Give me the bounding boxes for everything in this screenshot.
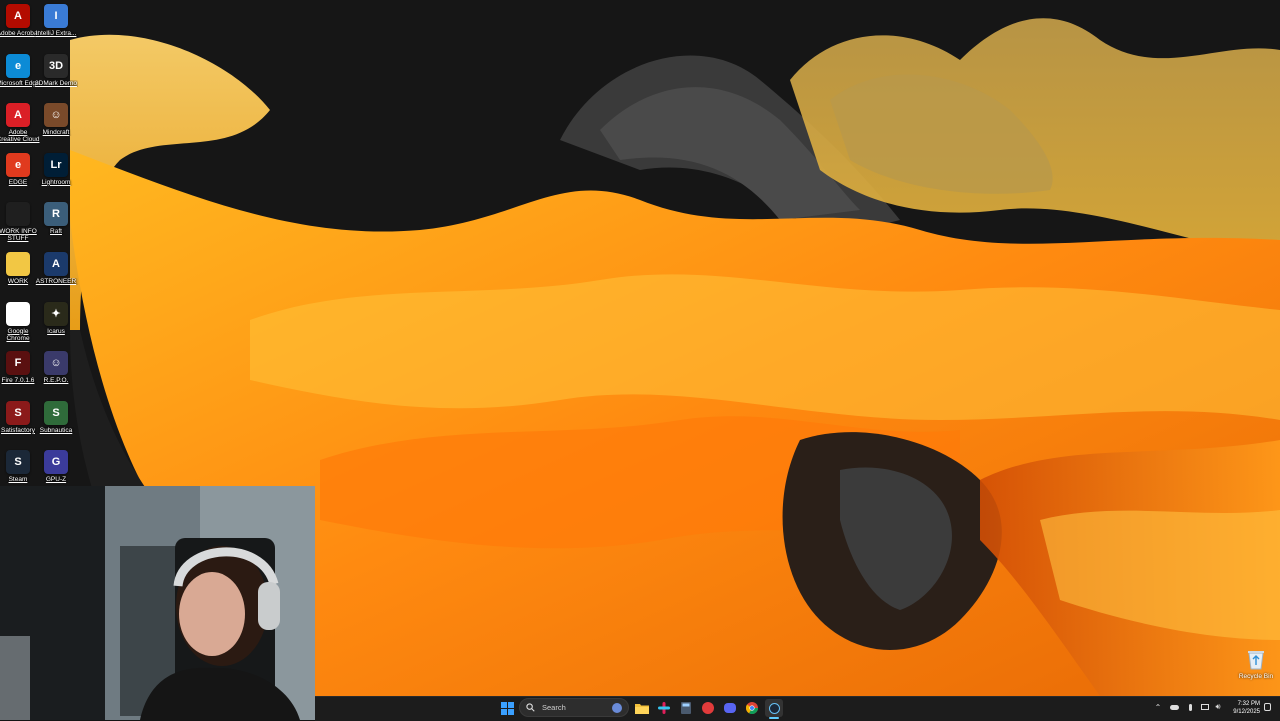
notification-button[interactable] [1262,702,1272,712]
taskbar-calculator[interactable] [677,699,695,717]
cloud-icon [1169,704,1179,710]
taskbar [315,696,1280,721]
chrome-icon [746,702,758,714]
tray-overflow-button[interactable]: ⌃ [1153,702,1163,712]
raft-icon: R [44,202,68,227]
folder-icon [6,202,30,227]
desktop-icon-label: IntelliJ Extra... [35,30,77,37]
system-clock[interactable]: 7:32 PM 9/12/2025 [1224,700,1260,716]
webcam-overlay [0,486,315,720]
desktop-icon-repo[interactable]: ☺ R.E.P.O. [36,351,76,399]
copilot-icon [612,702,622,713]
edge-app-icon: e [6,152,30,177]
search-icon [526,703,535,712]
desktop-icon-label: Subnautica [39,426,73,434]
taskbar-steam[interactable] [765,699,783,717]
speaker-icon: 🔊︎ [1215,702,1221,711]
fire-icon: F [6,351,30,376]
desktop-icon-adobe[interactable]: A Adobe Creative Cloud [0,103,40,151]
desktop-icon-satisfactory[interactable]: S Satisfactory [0,400,38,449]
discord-icon [724,703,736,713]
acrobat-icon: A [6,4,30,28]
desktop-icon-raft[interactable]: R Raft [36,202,76,250]
search-placeholder: Search [542,703,566,712]
desktop-icon-label: Lightroom [41,178,71,186]
taskbar-chrome[interactable] [743,699,761,717]
taskbar-search-box[interactable]: Search [519,698,629,717]
desktop-icon-acrobat[interactable]: A Adobe Acrobat [0,4,39,52]
tray-mic[interactable] [1185,702,1195,712]
taskbar-app-red[interactable] [699,699,717,717]
icarus-icon: ✦ [44,301,68,326]
taskbar-slack[interactable] [655,699,673,717]
taskbar-file-explorer[interactable] [633,699,651,717]
taskbar-discord[interactable] [721,699,739,717]
recycle-bin[interactable]: Recycle Bin [1236,648,1276,688]
chrome-icon [6,301,30,326]
clock-date: 9/12/2025 [1233,709,1260,715]
desktop-icon-label: Mindcraft [42,129,70,137]
desktop-icon-document[interactable]: I IntelliJ Extra... [36,4,76,52]
desktop-icon-label: Raft [50,228,62,236]
desktop-icon-3dmark[interactable]: 3D 3DMark Demo [35,53,77,102]
recycle-bin-icon [1248,651,1264,670]
slack-icon [658,702,670,714]
microphone-icon [1188,703,1192,711]
clock-time: 7:32 PM [1237,701,1260,707]
steam-icon [768,702,780,714]
satisfactory-icon: S [6,400,30,425]
adobe-icon: A [6,103,30,128]
game-face-icon: ☺ [44,103,68,128]
desktop-icon-astroneer[interactable]: A ASTRONEER [36,252,76,300]
astroneer-icon: A [44,252,68,276]
tray-network[interactable] [1200,702,1210,712]
subnautica-icon: S [44,400,68,425]
desktop-icon-label: ASTRONEER [35,278,77,285]
start-button[interactable] [498,699,516,717]
desktop-icon-edge-app[interactable]: e EDGE [0,152,38,201]
desktop-icon-subnautica[interactable]: S Subnautica [36,400,76,449]
active-app-indicator [769,717,779,719]
tray-volume[interactable]: 🔊︎ [1213,702,1223,712]
desktop-icon-chrome[interactable]: Google Chrome [0,301,38,350]
3dmark-icon: 3D [44,53,68,78]
app-icon [702,702,714,714]
gpuz-icon: G [44,450,68,475]
bell-icon [1263,703,1271,711]
desktop-icon-edge[interactable]: e Microsoft Edge [0,53,40,102]
desktop-icon-fire[interactable]: F Fire 7.0.1.6 [0,351,38,399]
folder-icon [6,252,30,276]
chevron-up-icon: ⌃ [1154,702,1162,712]
desktop-icon-lightroom[interactable]: Lr Lightroom [36,152,76,201]
desktop-icon-label: 3DMark Demo [35,79,77,87]
repo-icon: ☺ [44,351,68,376]
steam-icon: S [6,450,30,475]
network-icon [1201,704,1209,710]
recycle-bin-label: Recycle Bin [1238,673,1274,680]
file-explorer-icon [635,704,649,714]
calculator-icon [681,702,691,714]
desktop-icon-game-face[interactable]: ☺ Mindcraft [36,103,76,151]
document-icon: I [44,4,68,28]
lightroom-icon: Lr [44,152,68,177]
desktop-icon-label: R.E.P.O. [43,377,69,385]
desktop-icon-folder[interactable]: WORK [0,252,38,300]
edge-icon: e [6,53,30,78]
desktop-icon-label: Icarus [47,327,65,335]
desktop-icon-icarus[interactable]: ✦ Icarus [36,301,76,350]
start-icon [500,701,514,715]
tray-onedrive[interactable] [1169,702,1179,712]
desktop-icon-label: GPU-Z [45,476,67,484]
desktop-icon-folder[interactable]: WORK INFO STUFF [0,202,38,250]
